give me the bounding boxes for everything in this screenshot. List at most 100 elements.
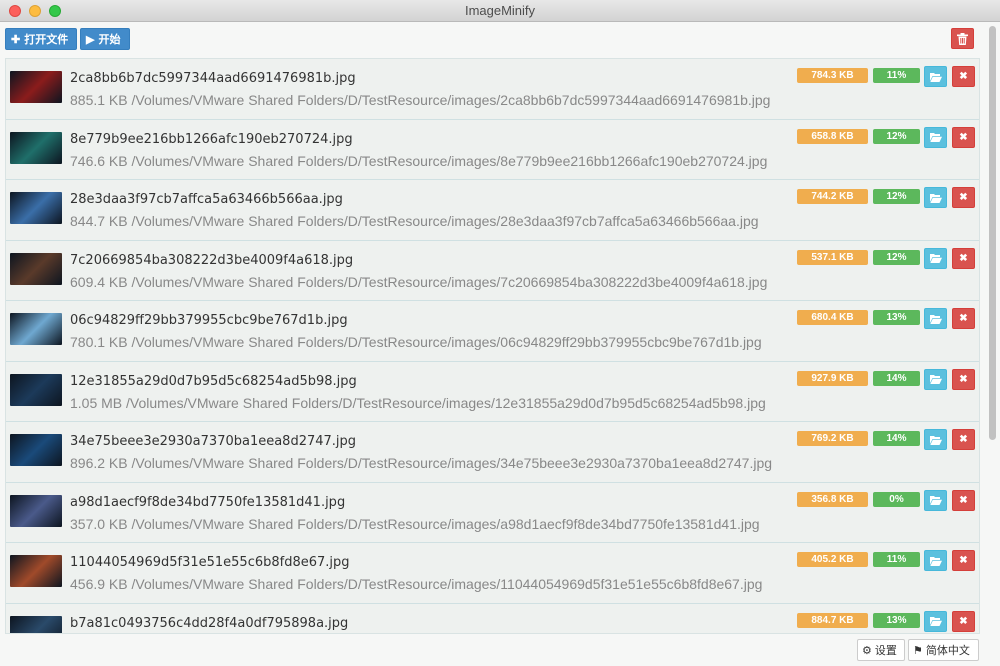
image-thumbnail [10, 555, 62, 587]
image-thumbnail [10, 313, 62, 345]
scrollbar-thumb[interactable] [989, 26, 996, 440]
saved-percent-badge: 12% [873, 128, 920, 144]
file-path: 844.7 KB /Volumes/VMware Shared Folders/… [70, 213, 759, 229]
plus-icon: ✚ [11, 33, 21, 46]
remove-file-button[interactable]: ✖ [952, 429, 975, 450]
compressed-size-badge: 405.2 KB [797, 552, 868, 567]
open-folder-button[interactable] [924, 308, 947, 329]
file-name: 7c20669854ba308222d3be4009f4a618.jpg [70, 252, 354, 268]
start-button[interactable]: ▶ 开始 [80, 28, 130, 50]
saved-percent-badge: 13% [873, 310, 920, 325]
image-thumbnail [10, 252, 62, 285]
file-name: 06c94829ff29bb379955cbc9be767d1b.jpg [70, 313, 348, 328]
remove-file-button[interactable]: ✖ [952, 247, 975, 269]
saved-percent-badge: 11% [873, 68, 920, 83]
compressed-size-badge: 769.2 KB [797, 431, 868, 446]
settings-label: 设置 [874, 645, 897, 657]
folder-open-icon [929, 193, 942, 203]
file-row[interactable]: 11044054969d5f31e51e55c6b8fd8e67.jpg 456.… [6, 543, 979, 604]
file-row[interactable]: 34e75beee3e2930a7370ba1eea8d2747.jpg 896.… [6, 422, 979, 483]
title-bar[interactable]: ImageMinify [0, 0, 1000, 22]
folder-open-icon [929, 133, 942, 142]
file-path: 896.2 KB /Volumes/VMware Shared Folders/… [70, 455, 773, 471]
start-label: 开始 [98, 34, 121, 46]
open-folder-button[interactable] [924, 429, 947, 450]
remove-file-button[interactable]: ✖ [952, 610, 975, 632]
image-thumbnail [10, 615, 62, 633]
compressed-size-badge: 784.3 KB [797, 68, 868, 83]
file-row[interactable]: 28e3daa3f97cb7affca5a63466b566aa.jpg 844.… [6, 180, 979, 241]
open-folder-button[interactable] [924, 489, 947, 511]
compressed-size-badge: 927.9 KB [797, 370, 868, 386]
window-title: ImageMinify [464, 3, 536, 18]
language-button[interactable]: ⚑ 简体中文 [908, 639, 979, 661]
file-name: 12e31855a29d0d7b95d5c68254ad5b98.jpg [70, 373, 357, 389]
remove-file-button[interactable]: ✖ [952, 489, 975, 511]
image-thumbnail [10, 71, 62, 103]
remove-file-button[interactable]: ✖ [952, 126, 975, 148]
remove-file-button[interactable]: ✖ [952, 308, 975, 329]
remove-file-button[interactable]: ✖ [952, 550, 975, 571]
compressed-size-badge: 744.2 KB [797, 189, 868, 204]
remove-file-button[interactable]: ✖ [952, 368, 975, 390]
file-name: 8e779b9ee216bb1266afc190eb270724.jpg [70, 131, 353, 147]
open-folder-button[interactable] [924, 550, 947, 571]
file-name: 28e3daa3f97cb7affca5a63466b566aa.jpg [70, 192, 343, 207]
saved-percent-badge: 12% [873, 189, 920, 204]
close-icon: ✖ [959, 494, 968, 506]
compressed-size-badge: 658.8 KB [797, 128, 868, 144]
saved-percent-badge: 12% [873, 249, 920, 265]
saved-percent-badge: 14% [873, 370, 920, 386]
language-label: 简体中文 [925, 645, 970, 657]
compressed-size-badge: 884.7 KB [797, 612, 868, 628]
file-list[interactable]: 2ca8bb6b7dc5997344aad6691476981b.jpg 885.… [5, 58, 980, 634]
open-file-button[interactable]: ✚ 打开文件 [5, 28, 77, 50]
clear-all-button[interactable] [951, 28, 974, 49]
open-folder-button[interactable] [924, 368, 947, 390]
compressed-size-badge: 356.8 KB [797, 491, 868, 507]
settings-button[interactable]: ⚙ 设置 [857, 639, 905, 661]
file-row[interactable]: b7a81c0493756c4dd28f4a0df795898a.jpg 884.… [6, 604, 979, 633]
file-row[interactable]: a98d1aecf9f8de34bd7750fe13581d41.jpg 357.… [6, 483, 979, 543]
file-path: 885.1 KB /Volumes/VMware Shared Folders/… [70, 92, 771, 108]
image-thumbnail [10, 494, 62, 527]
file-path: 746.6 KB /Volumes/VMware Shared Folders/… [70, 152, 768, 169]
remove-file-button[interactable]: ✖ [952, 66, 975, 87]
folder-open-icon [929, 435, 942, 445]
close-icon: ✖ [959, 615, 968, 627]
file-row[interactable]: 7c20669854ba308222d3be4009f4a618.jpg 609.… [6, 241, 979, 301]
saved-percent-badge: 13% [873, 612, 920, 628]
close-icon: ✖ [959, 555, 968, 566]
folder-open-icon [929, 617, 942, 626]
remove-file-button[interactable]: ✖ [952, 187, 975, 208]
open-folder-button[interactable] [924, 66, 947, 87]
open-folder-button[interactable] [924, 126, 947, 148]
close-icon: ✖ [959, 313, 968, 324]
saved-percent-badge: 11% [873, 552, 920, 567]
image-thumbnail [10, 373, 62, 406]
file-row[interactable]: 2ca8bb6b7dc5997344aad6691476981b.jpg 885.… [6, 59, 979, 120]
file-name: 2ca8bb6b7dc5997344aad6691476981b.jpg [70, 71, 356, 86]
file-name: a98d1aecf9f8de34bd7750fe13581d41.jpg [70, 494, 346, 510]
open-folder-button[interactable] [924, 247, 947, 269]
gear-icon: ⚙ [862, 644, 872, 657]
open-folder-button[interactable] [924, 187, 947, 208]
image-thumbnail [10, 131, 62, 164]
scrollbar[interactable] [988, 26, 998, 640]
open-folder-button[interactable] [924, 610, 947, 632]
play-icon: ▶ [86, 33, 95, 46]
close-icon: ✖ [959, 252, 968, 264]
saved-percent-badge: 0% [873, 491, 920, 507]
file-row[interactable]: 12e31855a29d0d7b95d5c68254ad5b98.jpg 1.05… [6, 362, 979, 422]
close-icon: ✖ [959, 434, 968, 445]
compressed-size-badge: 537.1 KB [797, 249, 868, 265]
image-thumbnail [10, 192, 62, 224]
close-icon: ✖ [959, 71, 968, 82]
file-path: 609.4 KB /Volumes/VMware Shared Folders/… [70, 273, 768, 290]
file-row[interactable]: 06c94829ff29bb379955cbc9be767d1b.jpg 780.… [6, 301, 979, 362]
flag-icon: ⚑ [913, 644, 923, 657]
folder-open-icon [929, 254, 942, 263]
file-name: 34e75beee3e2930a7370ba1eea8d2747.jpg [70, 434, 357, 449]
file-path: 780.1 KB /Volumes/VMware Shared Folders/… [70, 334, 762, 350]
file-row[interactable]: 8e779b9ee216bb1266afc190eb270724.jpg 746.… [6, 120, 979, 180]
